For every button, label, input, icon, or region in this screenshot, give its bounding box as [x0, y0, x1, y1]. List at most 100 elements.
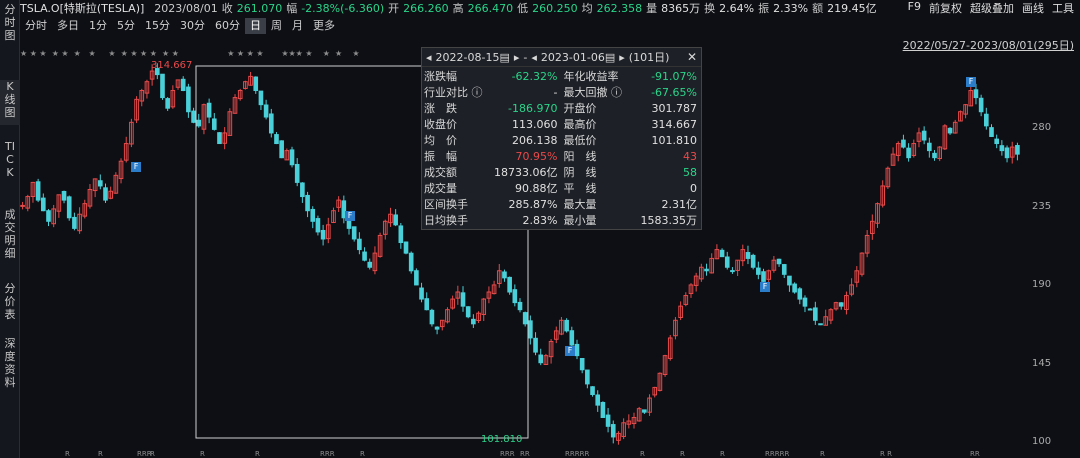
stat-cell: 年化收益率 -91.07%: [562, 69, 702, 85]
stat-label: 年化收益率: [563, 70, 619, 83]
overlay-button[interactable]: 超级叠加: [970, 0, 1014, 16]
avg-value: 262.358: [596, 1, 643, 15]
candle-body: [471, 318, 476, 325]
tab-kline[interactable]: K线图: [0, 80, 20, 125]
candle-body: [97, 180, 103, 187]
stat-label: 阴 线: [563, 166, 597, 179]
price-axis: 280 235 190 145 100: [1026, 48, 1080, 448]
event-badge-icon[interactable]: F: [966, 77, 976, 87]
candle-body: [403, 241, 409, 254]
candle-body: [41, 197, 46, 212]
event-badge-icon[interactable]: F: [760, 282, 770, 292]
period-tab-month[interactable]: 月: [287, 18, 308, 34]
stat-cell: 均 价 206.138: [422, 133, 562, 149]
prev-start-arrow-icon[interactable]: ◂: [426, 51, 432, 64]
candle-body: [512, 289, 518, 304]
candle-body: [424, 298, 430, 311]
candle-body: [408, 252, 414, 272]
stat-value: 2.83%: [522, 214, 558, 227]
stat-cell: 最高价 314.667: [562, 117, 702, 133]
candle-body: [460, 292, 466, 307]
stat-label: 最大回撤 ⓘ: [563, 86, 623, 99]
high-price-marker: 314.667: [151, 60, 192, 71]
start-date-field[interactable]: 2022-08-15 ▤: [436, 51, 510, 64]
stat-cell: 涨跌幅 -62.32%: [422, 69, 562, 85]
prev-end-arrow-icon[interactable]: ◂: [531, 51, 537, 64]
stat-cell: 行业对比 ⓘ -: [422, 85, 562, 101]
candle-body: [393, 214, 398, 226]
candle-body: [973, 89, 979, 99]
candle-body: [196, 119, 202, 127]
change-value: -2.38%(-6.360): [301, 1, 385, 15]
candle-body: [315, 218, 321, 233]
calendar-icon[interactable]: ▤: [499, 51, 509, 64]
event-badge-icon[interactable]: F: [565, 346, 575, 356]
draw-line-button[interactable]: 画线: [1022, 0, 1044, 16]
period-tab-1m[interactable]: 1分: [84, 18, 112, 34]
candle-body: [756, 267, 761, 275]
candle-body: [429, 309, 435, 325]
period-tab-week[interactable]: 周: [266, 18, 287, 34]
tools-button[interactable]: 工具: [1052, 0, 1074, 16]
stat-cell: 成交量 90.88亿: [422, 181, 562, 197]
period-tab-more[interactable]: 更多: [308, 18, 340, 34]
candle-body: [274, 134, 279, 145]
period-tab-intraday[interactable]: 分时: [20, 18, 52, 34]
next-end-arrow-icon[interactable]: ▸: [619, 51, 625, 64]
candle-body: [797, 288, 803, 300]
y-tick-label: 190: [1032, 279, 1052, 290]
candle-body: [320, 229, 326, 240]
event-badge-icon[interactable]: F: [131, 162, 141, 172]
tab-depth-data[interactable]: 深度资料: [0, 337, 20, 397]
candle-body: [419, 287, 424, 300]
date-separator: -: [523, 50, 528, 64]
candle-body: [533, 337, 538, 353]
stat-cell: 成交额 18733.06亿: [422, 165, 562, 181]
stat-label: 收盘价: [424, 118, 457, 131]
end-date-field[interactable]: 2023-01-06 ▤: [541, 51, 615, 64]
period-tab-multiday[interactable]: 多日: [52, 18, 84, 34]
adjust-button[interactable]: 前复权: [929, 0, 962, 16]
stat-value: 90.88亿: [515, 182, 558, 195]
amount-value: 219.45亿: [827, 2, 877, 15]
period-tab-bar: 分时 多日 1分 5分 15分 30分 60分 日 周 月 更多: [20, 17, 1080, 35]
candle-body: [724, 256, 730, 268]
event-badge-icon[interactable]: F: [345, 211, 355, 221]
tab-price-table[interactable]: 分价表: [0, 282, 20, 327]
period-tab-5m[interactable]: 5分: [112, 18, 140, 34]
tab-trade-detail[interactable]: 成交明细: [0, 208, 20, 268]
candle-body: [921, 130, 927, 141]
stat-cell: 日均换手 2.83%: [422, 213, 562, 229]
period-tab-30m[interactable]: 30分: [175, 18, 210, 34]
candle-body: [398, 225, 404, 244]
candle-body: [838, 302, 844, 307]
f9-button[interactable]: F9: [908, 0, 921, 16]
stat-value: -67.65%: [651, 86, 697, 99]
symbol-name: TSLA.O[特斯拉(TESLA)]: [20, 2, 145, 15]
period-tab-60m[interactable]: 60分: [210, 18, 245, 34]
candle-body: [585, 369, 590, 385]
stat-value: 43: [683, 150, 697, 163]
period-tab-day[interactable]: 日: [245, 18, 266, 34]
change-label: 幅: [286, 2, 298, 15]
candle-body: [642, 409, 647, 413]
candle-body: [574, 343, 580, 357]
next-start-arrow-icon[interactable]: ▸: [514, 51, 520, 64]
close-icon[interactable]: ✕: [687, 50, 697, 64]
candle-body: [818, 323, 823, 326]
stat-cell: 收盘价 113.060: [422, 117, 562, 133]
tab-intraday[interactable]: 分时图: [0, 3, 20, 43]
open-value: 266.260: [403, 1, 449, 15]
stat-cell: 最大回撤 ⓘ -67.65%: [562, 85, 702, 101]
candle-body: [610, 424, 616, 438]
stat-label: 最高价: [563, 118, 597, 131]
period-tab-15m[interactable]: 15分: [140, 18, 175, 34]
y-tick-label: 100: [1032, 436, 1052, 447]
candle-body: [776, 258, 782, 265]
calendar-icon[interactable]: ▤: [605, 51, 615, 64]
stat-label: 区间换手: [424, 198, 468, 211]
tab-tick[interactable]: TICK: [0, 140, 20, 200]
candle-body: [289, 149, 295, 166]
candle-body: [538, 354, 544, 364]
candle-body: [906, 147, 911, 159]
